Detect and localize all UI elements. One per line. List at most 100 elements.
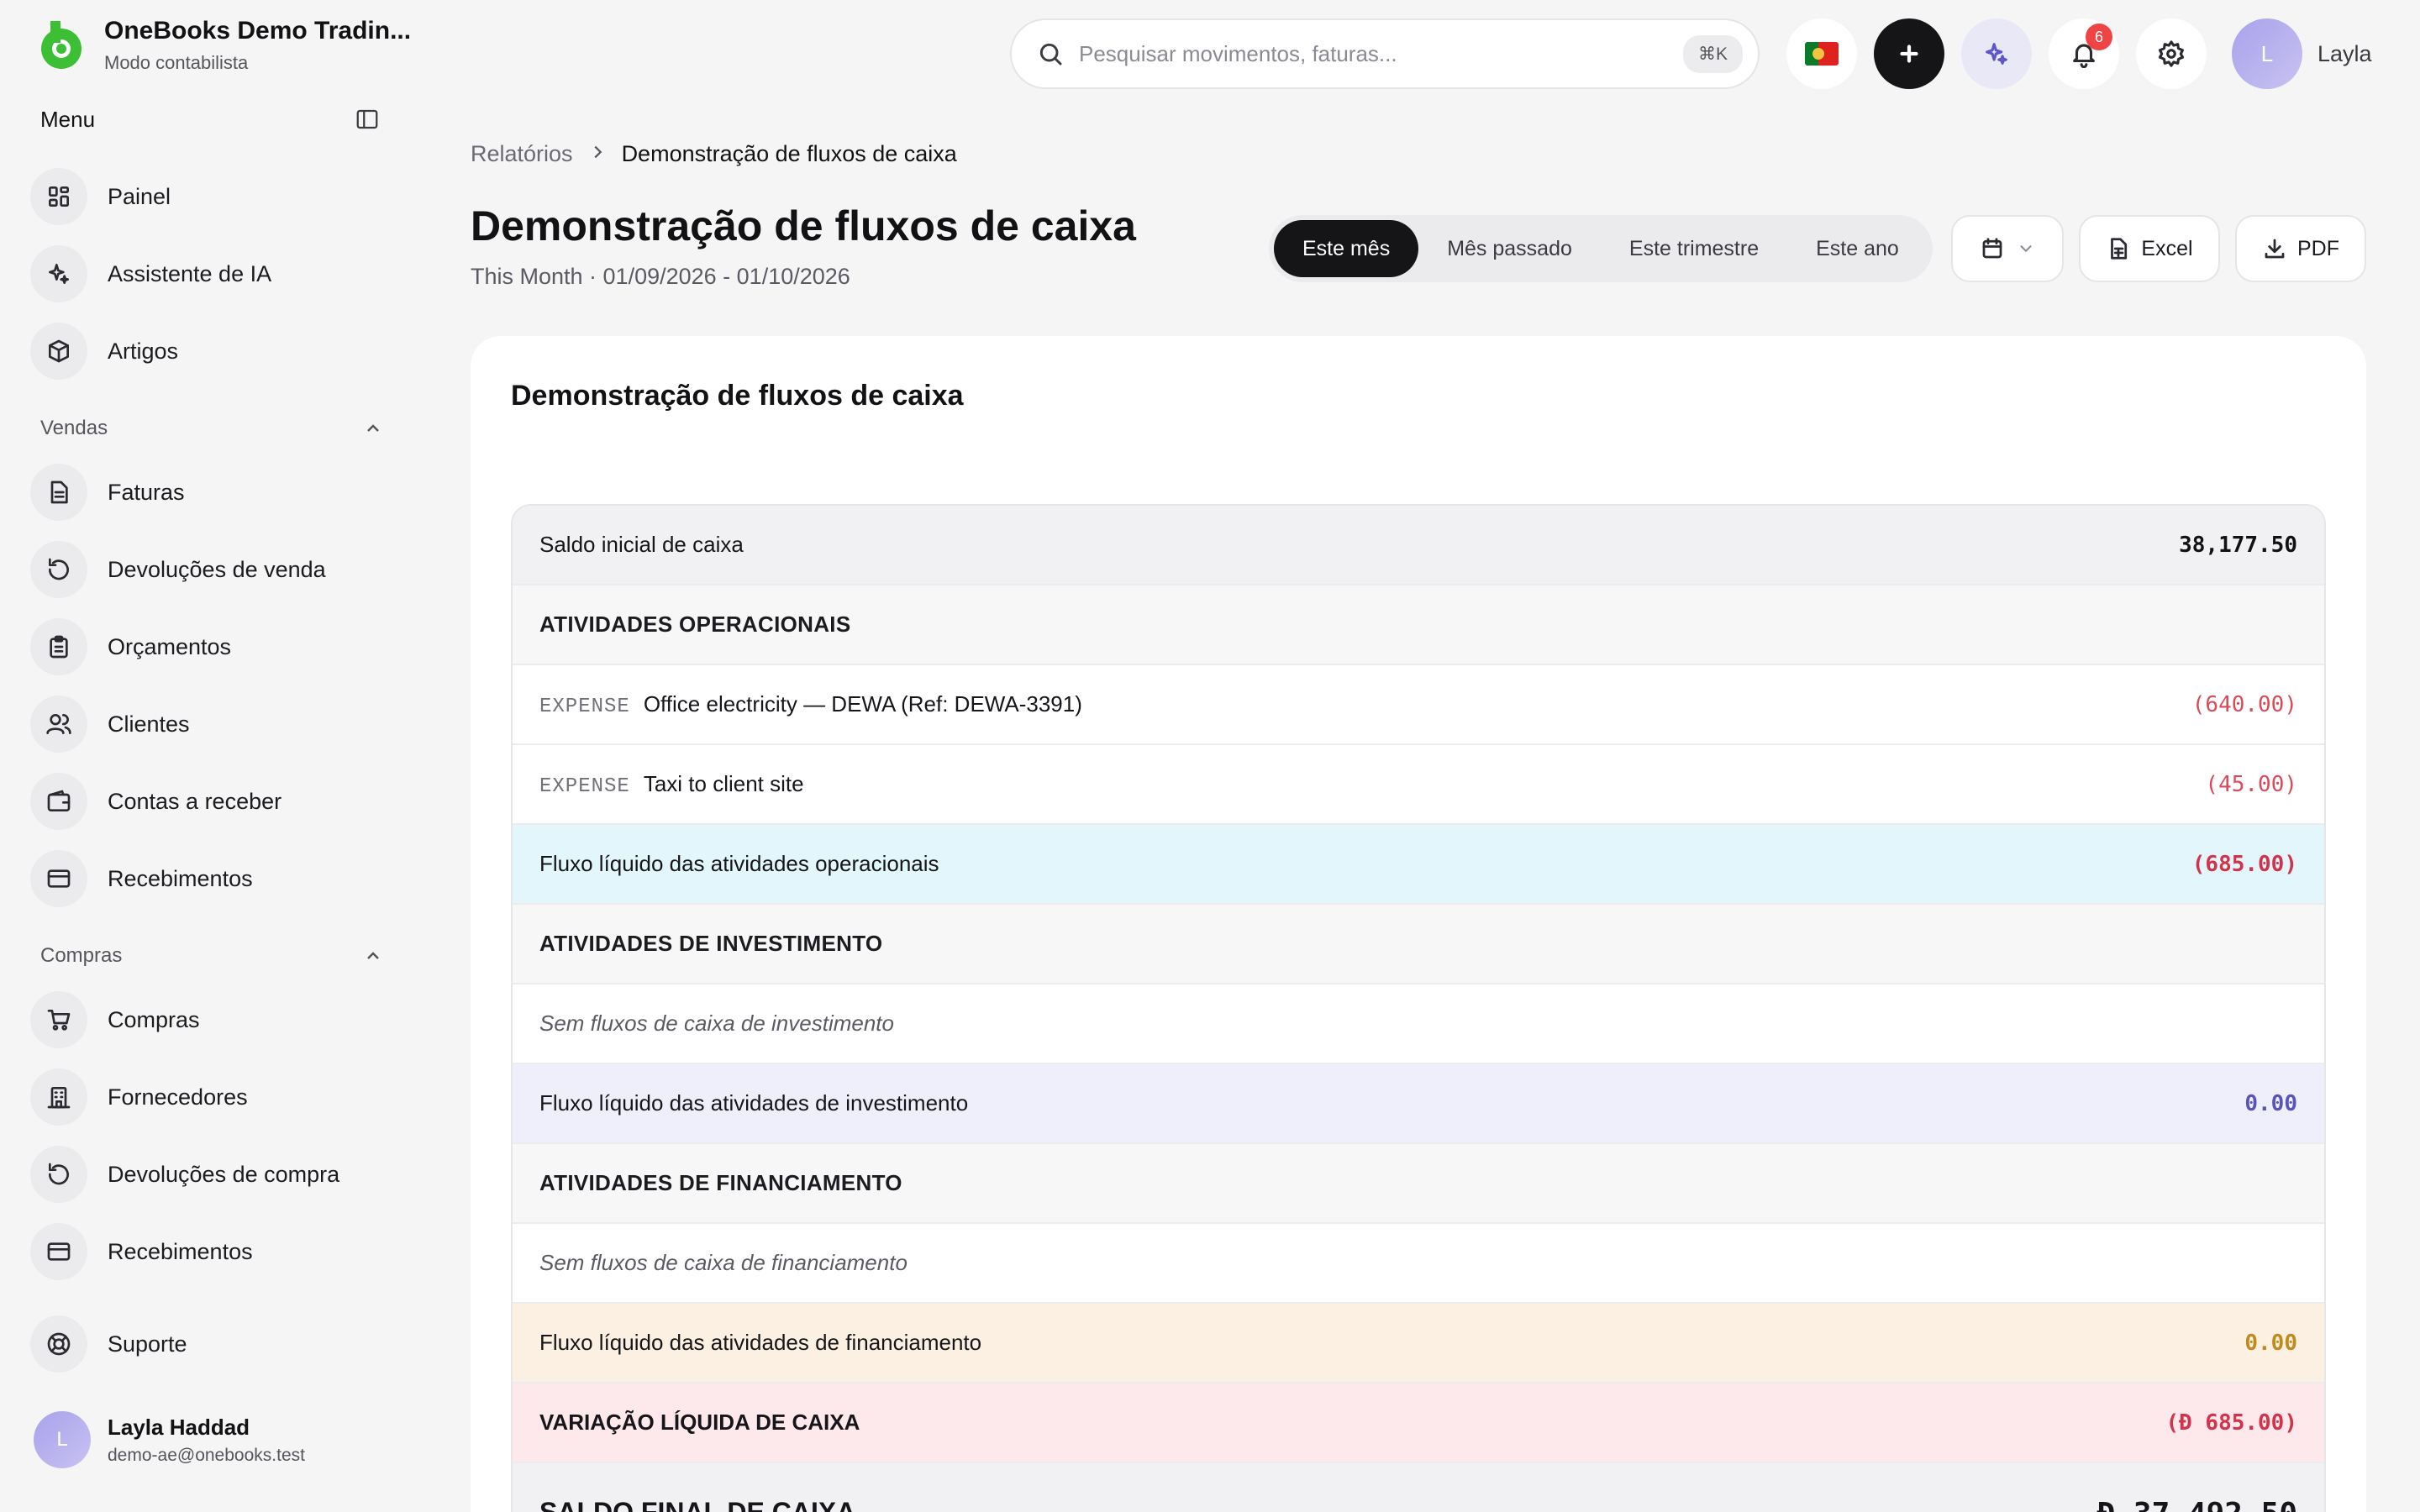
nav-label: Devoluções de venda [108,556,326,582]
nav-item-recebimentos[interactable]: Recebimentos [30,840,383,917]
nav-label: Suporte [108,1331,187,1357]
brand[interactable]: OneBooks Demo Tradin... Modo contabilist… [34,17,411,74]
date-picker-button[interactable] [1951,215,2064,282]
row-amount: (640.00) [2191,691,2297,717]
sidebar-toggle-icon[interactable] [355,107,380,132]
section-vendas[interactable]: Vendas [40,412,383,445]
section-header-investing: ATIVIDADES DE INVESTIMENTO [513,905,2324,984]
table-row-closing-balance: SALDO FINAL DE CAIXA Đ 37,492.50 [513,1463,2324,1512]
gear-icon [2158,40,2185,67]
sidebar: OneBooks Demo Tradin... Modo contabilist… [0,0,411,1512]
nav-label: Artigos [108,338,179,364]
invoice-icon [30,464,87,521]
tab-mes-passado[interactable]: Mês passado [1418,220,1601,277]
nav-item-contas-receber[interactable]: Contas a receber [30,763,383,840]
purchases-nav: Compras Fornecedores Devoluções de compr… [30,981,383,1290]
tab-este-ano[interactable]: Este ano [1787,220,1928,277]
sparkles-icon [1986,43,2007,65]
nav-item-painel[interactable]: Painel [30,158,383,235]
user-email: demo-ae@onebooks.test [108,1445,305,1465]
table-row-net-investing: Fluxo líquido das atividades de investim… [513,1064,2324,1144]
row-amount: (Đ 685.00) [2165,1410,2297,1436]
report-title: Demonstração de fluxos de caixa [511,380,964,412]
nav-label: Recebimentos [108,865,253,891]
settings-button[interactable] [2136,18,2207,89]
search-input[interactable] [1079,40,1683,67]
breadcrumb: Relatórios Demonstração de fluxos de cai… [471,141,957,167]
ai-assistant-button[interactable] [1961,18,2032,89]
period-tabs: Este mês Mês passado Este trimestre Este… [1269,215,1933,282]
avatar: L [34,1411,91,1468]
company-name: OneBooks Demo Tradin... [104,17,412,45]
excel-label: Excel [2141,236,2193,260]
breadcrumb-root[interactable]: Relatórios [471,141,573,167]
nav-item-artigos[interactable]: Artigos [30,312,383,390]
type-tag: EXPENSE [539,774,630,798]
row-label: Fluxo líquido das atividades de financia… [539,1330,982,1355]
row-amount: 0.00 [2244,1090,2297,1116]
table-row[interactable]: EXPENSE Office electricity — DEWA (Ref: D… [513,665,2324,745]
section-title: Compras [40,944,123,967]
nav-item-recebimentos-compra[interactable]: Recebimentos [30,1213,383,1290]
user-short-name: Layla [2317,40,2372,66]
section-header-operating: ATIVIDADES OPERACIONAIS [513,585,2324,665]
section-title: Vendas [40,417,108,439]
tab-este-trimestre[interactable]: Este trimestre [1601,220,1787,277]
nav-item-devolucoes-venda[interactable]: Devoluções de venda [30,531,383,608]
nav-item-devolucoes-compra[interactable]: Devoluções de compra [30,1136,383,1213]
section-compras[interactable]: Compras [40,939,383,973]
export-excel-button[interactable]: Excel [2079,215,2220,282]
nav-item-compras[interactable]: Compras [30,981,383,1058]
page-subtitle: This Month · 01/09/2026 - 01/10/2026 [471,264,850,289]
row-label: Saldo inicial de caixa [539,532,744,557]
nav-item-fornecedores[interactable]: Fornecedores [30,1058,383,1136]
menu-title: Menu [40,106,96,132]
section-title: ATIVIDADES OPERACIONAIS [539,612,851,637]
row-amount: (45.00) [2205,771,2297,797]
nav-item-assistente-ia[interactable]: Assistente de IA [30,235,383,312]
return-icon [30,1146,87,1203]
section-title: ATIVIDADES DE FINANCIAMENTO [539,1170,902,1195]
card-icon [30,1223,87,1280]
chevron-right-icon [594,145,602,159]
breadcrumb-current: Demonstração de fluxos de caixa [621,141,957,166]
return-icon [30,541,87,598]
brand-logo-icon [41,21,82,69]
report-card: Demonstração de fluxos de caixa Saldo in… [471,336,2366,1512]
clipboard-icon [30,618,87,675]
create-new-button[interactable] [1874,18,1944,89]
card-icon [30,850,87,907]
export-pdf-button[interactable]: PDF [2235,215,2366,282]
section-header-financing: ATIVIDADES DE FINANCIAMENTO [513,1144,2324,1224]
user-card[interactable]: L Layla Haddad demo-ae@onebooks.test [34,1411,305,1468]
nav-item-orcamentos[interactable]: Orçamentos [30,608,383,685]
language-button[interactable] [1786,18,1857,89]
pdf-label: PDF [2297,236,2339,260]
plus-icon [1900,45,1918,63]
chevron-down-icon [2020,245,2032,252]
portugal-flag-icon [1805,42,1839,66]
nav-label: Recebimentos [108,1238,253,1264]
nav-label: Fornecedores [108,1084,248,1110]
nav-item-faturas[interactable]: Faturas [30,454,383,531]
search-bar[interactable]: ⌘K [1010,18,1760,89]
user-name: Layla Haddad [108,1414,250,1440]
chevron-up-icon [367,952,379,959]
users-icon [30,696,87,753]
building-icon [30,1068,87,1126]
nav-item-suporte[interactable]: Suporte [30,1305,383,1383]
nav-item-clientes[interactable]: Clientes [30,685,383,763]
support-nav: Suporte [30,1305,383,1383]
table-row-net-change: VARIAÇÃO LÍQUIDA DE CAIXA (Đ 685.00) [513,1383,2324,1463]
nav-label: Devoluções de compra [108,1161,340,1187]
user-menu[interactable]: L Layla [2232,18,2372,89]
tab-este-mes[interactable]: Este mês [1274,220,1419,277]
row-label: VARIAÇÃO LÍQUIDA DE CAIXA [539,1410,860,1435]
notifications-button[interactable]: 6 [2049,18,2119,89]
nav-label: Assistente de IA [108,260,272,286]
empty-state-investing: Sem fluxos de caixa de investimento [513,984,2324,1064]
nav-label: Painel [108,183,171,209]
search-icon [1039,43,1062,66]
company-mode: Modo contabilista [104,52,249,73]
table-row[interactable]: EXPENSE Taxi to client site (45.00) [513,745,2324,825]
